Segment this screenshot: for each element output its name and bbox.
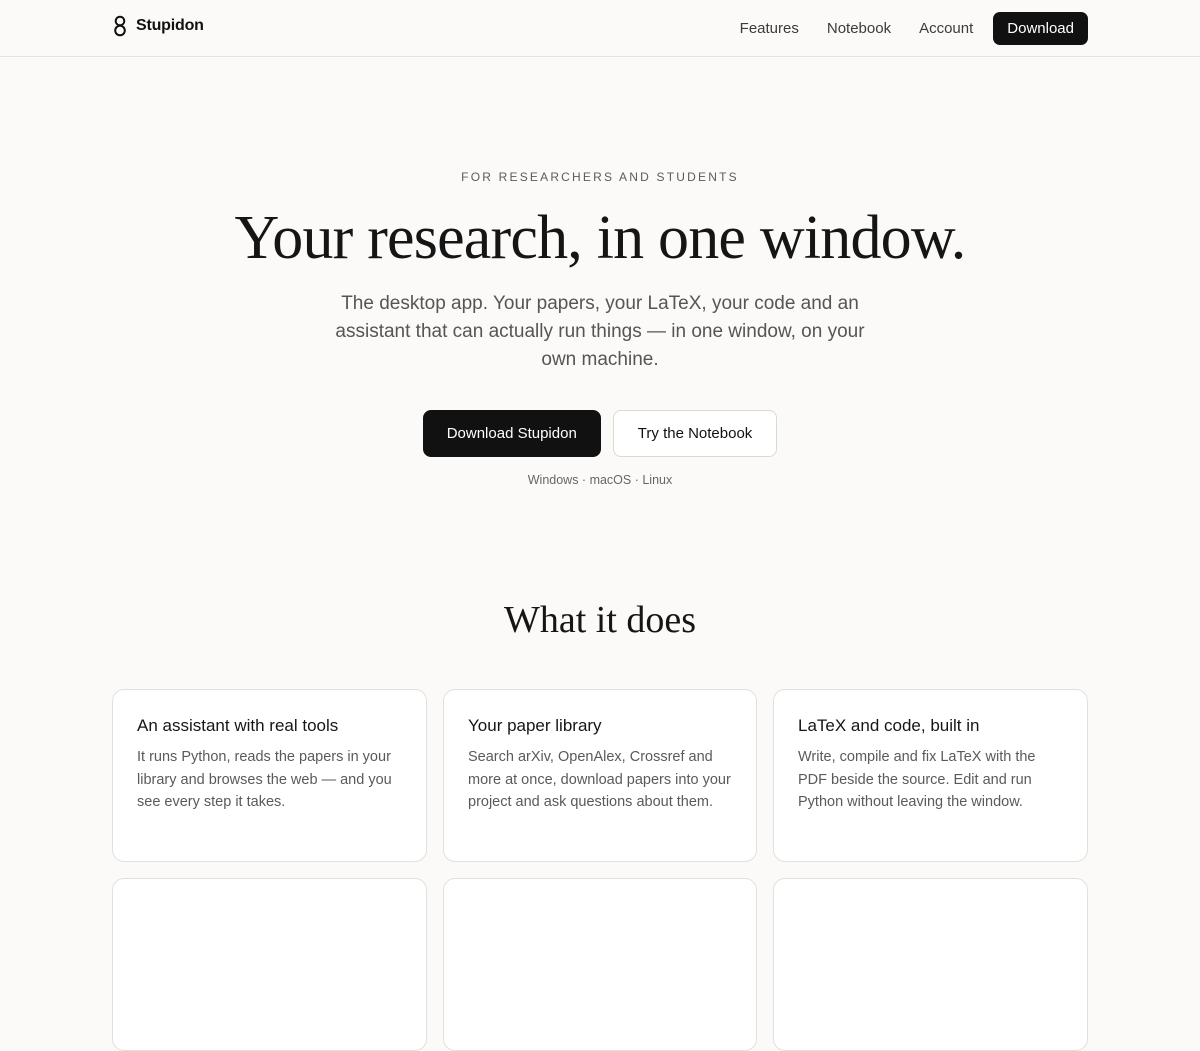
main-nav: Features Notebook Account Download — [740, 12, 1088, 45]
nav-link-notebook[interactable]: Notebook — [827, 20, 891, 37]
brand-name: Stupidon — [136, 17, 204, 34]
feature-card-title: LaTeX and code, built in — [798, 716, 980, 735]
download-stupidon-button[interactable]: Download Stupidon — [422, 410, 601, 457]
stupidon-logo-icon — [114, 15, 126, 37]
feature-card-body: Write, compile and fix LaTeX with the PD… — [798, 749, 1036, 810]
header-download-button[interactable]: Download — [993, 12, 1088, 45]
feature-card-library: Your paper library Search arXiv, OpenAle… — [443, 689, 757, 862]
try-notebook-button[interactable]: Try the Notebook — [612, 410, 778, 457]
feature-card-assistant: An assistant with real tools It runs Pyt… — [112, 689, 427, 862]
feature-card-row2-3 — [773, 878, 1088, 1051]
platforms-note: Windows · macOS · Linux — [527, 473, 673, 487]
hero-title: Your research, in one window. — [234, 204, 966, 272]
top-navigation-bar: Stupidon Features Notebook Account Downl… — [0, 0, 1200, 57]
hero-subtitle: The desktop app. Your papers, your LaTeX… — [335, 293, 865, 370]
feature-card-title: An assistant with real tools — [137, 716, 339, 735]
feature-card-body: Search arXiv, OpenAlex, Crossref and mor… — [468, 749, 731, 810]
feature-card-row2-2 — [443, 878, 757, 1051]
feature-card-latex-code: LaTeX and code, built in Write, compile … — [773, 689, 1088, 862]
feature-card-title: Your paper library — [468, 716, 602, 735]
feature-card-row2-1 — [112, 878, 427, 1051]
features-grid: An assistant with real tools It runs Pyt… — [112, 689, 1088, 1051]
features-section-title: What it does — [503, 599, 697, 641]
hero-cta-row: Download Stupidon Try the Notebook — [0, 410, 1200, 457]
brand-logo-link[interactable]: Stupidon — [112, 14, 204, 38]
feature-card-body: It runs Python, reads the papers in your… — [137, 749, 392, 810]
hero-eyebrow: FOR RESEARCHERS AND STUDENTS — [461, 170, 739, 184]
nav-link-account[interactable]: Account — [919, 20, 973, 37]
nav-link-features[interactable]: Features — [740, 20, 799, 37]
